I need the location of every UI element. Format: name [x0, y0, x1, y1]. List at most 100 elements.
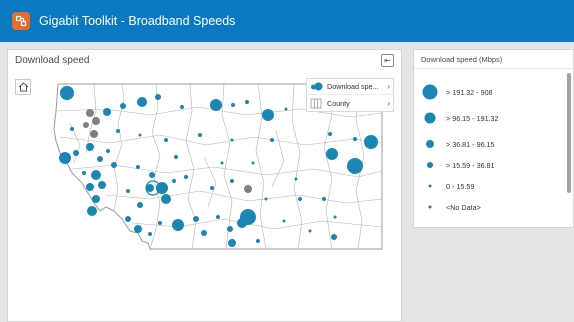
export-button[interactable]: ⇤: [381, 54, 394, 67]
legend-header: Download speed (Mbps): [414, 50, 573, 69]
download-speed-symbol[interactable]: [193, 216, 199, 222]
download-speed-symbol[interactable]: [240, 209, 256, 225]
download-speed-symbol[interactable]: [111, 162, 117, 168]
download-speed-symbol[interactable]: [282, 219, 286, 223]
layer-label: Download spe...: [327, 82, 379, 91]
download-speed-symbol[interactable]: [322, 197, 326, 201]
download-speed-symbol[interactable]: [364, 135, 378, 149]
download-speed-symbol[interactable]: [60, 86, 74, 100]
download-speed-symbol[interactable]: [347, 158, 363, 174]
download-speed-symbol[interactable]: [326, 148, 338, 160]
download-speed-symbol[interactable]: [59, 152, 71, 164]
download-speed-symbol[interactable]: [172, 219, 184, 231]
download-speed-symbol[interactable]: [82, 171, 86, 175]
download-speed-symbol[interactable]: [148, 232, 152, 236]
download-speed-symbol[interactable]: [149, 172, 155, 178]
legend-widget: Download speed (Mbps) > 191.32 - 908 > 9…: [413, 49, 574, 228]
download-speed-symbol[interactable]: [172, 179, 176, 183]
download-speed-symbol[interactable]: [103, 108, 111, 116]
download-speed-symbol[interactable]: [328, 132, 332, 136]
download-speed-symbol[interactable]: [155, 94, 161, 100]
download-speed-symbol[interactable]: [137, 202, 143, 208]
export-icon: ⇤: [384, 56, 391, 65]
download-speed-symbol[interactable]: [184, 175, 188, 179]
download-speed-symbol[interactable]: [134, 225, 142, 233]
no-data-symbol[interactable]: [83, 122, 89, 128]
download-speed-symbol[interactable]: [210, 186, 214, 190]
download-speed-symbol[interactable]: [97, 156, 103, 162]
download-speed-symbol[interactable]: [220, 161, 224, 165]
legend-item: <No Data>: [414, 199, 562, 215]
layer-item-county[interactable]: County ›: [307, 95, 393, 111]
download-speed-symbol[interactable]: [333, 215, 337, 219]
map-widget-header: Download speed: [8, 50, 401, 71]
download-speed-symbol[interactable]: [262, 109, 274, 121]
download-speed-symbol[interactable]: [73, 150, 79, 156]
home-icon: [18, 82, 28, 92]
download-speed-symbol[interactable]: [126, 189, 130, 193]
download-speed-symbol[interactable]: [353, 137, 357, 141]
download-speed-symbol[interactable]: [251, 161, 255, 165]
download-speed-symbol[interactable]: [284, 107, 288, 111]
download-speed-symbol[interactable]: [86, 183, 94, 191]
layer-item-download-speed[interactable]: Download spe... ›: [307, 79, 393, 95]
map-view[interactable]: Download spe... › County ›: [10, 71, 399, 301]
download-speed-symbol[interactable]: [230, 138, 234, 142]
no-data-symbol[interactable]: [244, 185, 252, 193]
download-speed-symbol[interactable]: [125, 216, 131, 222]
download-speed-symbol[interactable]: [136, 165, 140, 169]
download-speed-symbol[interactable]: [198, 133, 202, 137]
download-speed-symbol[interactable]: [245, 100, 249, 104]
legend-scrollbar[interactable]: [567, 73, 571, 193]
no-data-symbol[interactable]: [92, 117, 100, 125]
download-speed-symbol[interactable]: [98, 181, 106, 189]
download-speed-symbol[interactable]: [137, 97, 147, 107]
legend-item: > 191.32 - 908: [414, 84, 562, 100]
polygon-layer-icon: [310, 98, 322, 108]
download-speed-symbol[interactable]: [116, 129, 120, 133]
layer-label: County: [327, 98, 350, 108]
legend-label: 0 - 15.59: [446, 181, 475, 191]
download-speed-symbol[interactable]: [298, 197, 302, 201]
home-button[interactable]: [15, 79, 31, 95]
download-speed-symbol[interactable]: [70, 127, 74, 131]
no-data-symbol[interactable]: [90, 130, 98, 138]
download-speed-symbol[interactable]: [231, 103, 235, 107]
download-speed-symbol[interactable]: [230, 179, 234, 183]
map-widget: Download speed ⇤ Download spe... › Count…: [7, 49, 402, 322]
gigabit-toolkit-logo-icon: [12, 12, 30, 30]
download-speed-symbol[interactable]: [138, 133, 142, 137]
download-speed-symbol[interactable]: [161, 194, 171, 204]
download-speed-symbol[interactable]: [210, 99, 222, 111]
download-speed-symbol[interactable]: [120, 103, 126, 109]
legend-symbol-icon: [422, 84, 438, 100]
download-speed-symbol[interactable]: [92, 195, 100, 203]
download-speed-symbol[interactable]: [256, 239, 260, 243]
download-speed-symbol[interactable]: [87, 206, 97, 216]
download-speed-symbol[interactable]: [227, 226, 233, 232]
download-speed-symbol[interactable]: [164, 138, 168, 142]
chevron-right-icon: ›: [387, 98, 390, 108]
download-speed-symbol[interactable]: [180, 105, 184, 109]
download-speed-symbol[interactable]: [228, 239, 236, 247]
download-speed-symbol[interactable]: [308, 229, 312, 233]
download-speed-symbol[interactable]: [294, 177, 298, 181]
download-speed-symbol[interactable]: [156, 182, 168, 194]
download-speed-symbol[interactable]: [331, 234, 337, 240]
download-speed-symbol[interactable]: [216, 215, 220, 219]
legend-label: > 96.15 - 191.32: [446, 113, 499, 123]
download-speed-symbol[interactable]: [91, 170, 101, 180]
download-speed-symbol[interactable]: [270, 138, 274, 142]
no-data-symbol[interactable]: [86, 109, 94, 117]
legend-label: > 15.59 - 36.81: [446, 160, 495, 170]
chevron-right-icon: ›: [387, 82, 390, 91]
download-speed-symbol[interactable]: [201, 230, 207, 236]
download-speed-symbol[interactable]: [174, 155, 178, 159]
legend-symbol-icon: [424, 112, 436, 124]
download-speed-symbol[interactable]: [158, 221, 162, 225]
download-speed-symbol[interactable]: [106, 149, 110, 153]
app-header: Gigabit Toolkit - Broadband Speeds: [0, 0, 574, 42]
download-speed-symbol[interactable]: [264, 197, 268, 201]
legend-label: > 36.81 - 96.15: [446, 139, 495, 149]
download-speed-symbol[interactable]: [86, 143, 94, 151]
